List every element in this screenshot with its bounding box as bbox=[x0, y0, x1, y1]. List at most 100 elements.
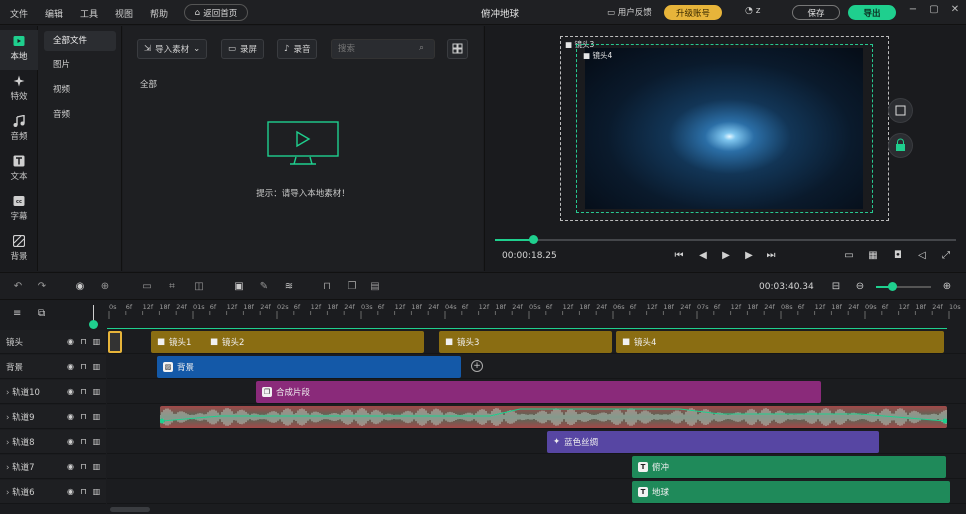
track-lane-6[interactable]: T 地球 bbox=[107, 480, 966, 504]
target-icon[interactable]: ⊕ bbox=[99, 281, 111, 293]
lock-icon[interactable]: ⊓ bbox=[79, 361, 88, 372]
fullscreen-icon[interactable]: ⤢ bbox=[939, 249, 953, 263]
menu-tools[interactable]: 工具 bbox=[80, 7, 98, 20]
visibility-icon[interactable]: ◉ bbox=[66, 411, 75, 422]
fit-timeline-icon[interactable]: ⊟ bbox=[830, 281, 842, 293]
crop-icon[interactable]: ⌗ bbox=[166, 281, 178, 293]
export-button[interactable]: 导出 bbox=[848, 5, 896, 20]
lock-icon[interactable]: ⊓ bbox=[79, 486, 88, 497]
work-area-bar[interactable] bbox=[107, 328, 947, 329]
sidebar-item-background[interactable]: 背景 bbox=[0, 230, 38, 270]
copy-icon[interactable]: ❐ bbox=[346, 281, 358, 293]
minimize-icon[interactable]: − bbox=[906, 4, 920, 18]
lock-button[interactable] bbox=[888, 133, 913, 158]
sidebar-item-audio[interactable]: 音频 bbox=[0, 110, 38, 150]
record-audio-button[interactable]: ♪ 录音 bbox=[277, 39, 318, 59]
add-track-icon[interactable]: ⧉ bbox=[38, 308, 45, 319]
timeline-ruler[interactable]: ≡ ⧉ 0s 6f 12f 18f 24f 01s 6f 12f 18f 24f 02s 6f 12f 1… bbox=[0, 301, 966, 329]
split-icon[interactable]: ▭ bbox=[141, 281, 153, 293]
clip-camera-4[interactable]: ■ 镜头4 bbox=[616, 331, 944, 353]
track-lane-9[interactable] bbox=[107, 405, 966, 429]
visibility-icon[interactable]: ◉ bbox=[66, 436, 75, 447]
user-menu[interactable]: ◔ z bbox=[745, 6, 760, 16]
playback-progress-track[interactable] bbox=[495, 239, 956, 241]
lock-icon[interactable]: ⊓ bbox=[79, 336, 88, 347]
visibility-icon[interactable]: ◉ bbox=[66, 336, 75, 347]
lock-icon[interactable]: ⊓ bbox=[79, 411, 88, 422]
screen-ratio-icon[interactable]: ▭ bbox=[842, 249, 856, 263]
snapshot-icon[interactable]: ◘ bbox=[891, 249, 905, 263]
timeline-scrollbar[interactable] bbox=[107, 505, 966, 514]
skip-end-icon[interactable]: ⏭ bbox=[764, 249, 778, 263]
undo-icon[interactable]: ↶ bbox=[12, 281, 24, 293]
zoom-in-icon[interactable]: ⊕ bbox=[941, 281, 953, 293]
prev-frame-icon[interactable]: ◀ bbox=[696, 249, 710, 263]
track-lane-10[interactable]: ❐ 合成片段 bbox=[107, 380, 966, 404]
redo-icon[interactable]: ↷ bbox=[36, 281, 48, 293]
visibility-icon[interactable]: ◉ bbox=[66, 386, 75, 397]
fit-screen-button[interactable] bbox=[888, 98, 913, 123]
category-audio[interactable]: 音频 bbox=[44, 105, 116, 125]
snapshot-icon[interactable]: ▣ bbox=[233, 281, 245, 293]
category-all-files[interactable]: 全部文件 bbox=[44, 31, 116, 51]
menu-view[interactable]: 视图 bbox=[115, 7, 133, 20]
skip-start-icon[interactable]: ⏮ bbox=[672, 249, 686, 263]
lock-icon[interactable]: ⊓ bbox=[79, 461, 88, 472]
clip-effect-blue-silk[interactable]: ✦ 蓝色丝绸 bbox=[547, 431, 879, 453]
zoom-slider-handle[interactable] bbox=[888, 282, 897, 291]
maximize-icon[interactable]: ▢ bbox=[927, 4, 941, 18]
sidebar-item-text[interactable]: 文本 bbox=[0, 150, 38, 190]
delete-icon[interactable]: ▥ bbox=[92, 411, 101, 422]
import-media-button[interactable]: ⇲ 导入素材 ⌄ bbox=[137, 39, 208, 59]
track-settings-icon[interactable]: ≡ bbox=[13, 308, 21, 319]
zoom-out-icon[interactable]: ⊖ bbox=[854, 281, 866, 293]
record-screen-button[interactable]: ▭ 录屏 bbox=[221, 39, 265, 59]
track-lane-background[interactable]: ▨ 背景 + bbox=[107, 355, 966, 379]
volume-icon[interactable]: ◁ bbox=[915, 249, 929, 263]
clip-background[interactable]: ▨ 背景 bbox=[157, 356, 461, 378]
save-button[interactable]: 保存 bbox=[792, 5, 840, 20]
sidebar-item-effects[interactable]: 特效 bbox=[0, 70, 38, 110]
clip-camera-2[interactable]: ■ 镜头2 bbox=[204, 331, 424, 353]
grid-view-button[interactable] bbox=[447, 39, 468, 59]
play-icon[interactable]: ▶ bbox=[719, 249, 733, 263]
menu-edit[interactable]: 编辑 bbox=[45, 7, 63, 20]
clip-camera-1[interactable]: ■ 镜头1 bbox=[151, 331, 209, 353]
delete-icon[interactable]: ▥ bbox=[92, 486, 101, 497]
back-home-button[interactable]: ⌂ 返回首页 bbox=[184, 4, 248, 21]
camera-keyframe[interactable] bbox=[108, 331, 122, 353]
grid-icon[interactable]: ▦ bbox=[866, 249, 880, 263]
clip-text-earth[interactable]: T 地球 bbox=[632, 481, 950, 503]
playhead-handle[interactable] bbox=[89, 320, 98, 329]
sidebar-item-local[interactable]: 本地 bbox=[0, 30, 38, 70]
next-frame-icon[interactable]: ▶ bbox=[742, 249, 756, 263]
category-videos[interactable]: 视频 bbox=[44, 80, 116, 100]
track-lane-7[interactable]: T 俯冲 bbox=[107, 455, 966, 479]
scrollbar-thumb[interactable] bbox=[110, 507, 150, 512]
delete-icon[interactable]: ▥ bbox=[92, 461, 101, 472]
track-lane-camera[interactable]: ■ 镜头1 ■ 镜头2 ■ 镜头3 ■ 镜头4 bbox=[107, 330, 966, 354]
delete-icon[interactable]: ▥ bbox=[92, 361, 101, 372]
close-icon[interactable]: ✕ bbox=[948, 4, 962, 18]
category-images[interactable]: 图片 bbox=[44, 55, 116, 75]
lock-icon[interactable]: ⊓ bbox=[79, 436, 88, 447]
upgrade-button[interactable]: 升级账号 bbox=[664, 5, 722, 20]
magnet-icon[interactable]: ◉ bbox=[74, 281, 86, 293]
clip-audio[interactable] bbox=[160, 406, 947, 428]
menu-help[interactable]: 帮助 bbox=[150, 7, 168, 20]
visibility-icon[interactable]: ◉ bbox=[66, 486, 75, 497]
clip-camera-3[interactable]: ■ 镜头3 bbox=[439, 331, 612, 353]
edit-icon[interactable]: ✎ bbox=[258, 281, 270, 293]
add-clip-icon[interactable]: + bbox=[471, 360, 483, 372]
lock-icon[interactable]: ⊓ bbox=[321, 281, 333, 293]
clip-compound[interactable]: ❐ 合成片段 bbox=[256, 381, 821, 403]
menu-file[interactable]: 文件 bbox=[10, 7, 28, 20]
canvas-frame-inner[interactable] bbox=[576, 44, 873, 213]
delete-icon[interactable]: ▤ bbox=[369, 281, 381, 293]
track-lane-8[interactable]: ✦ 蓝色丝绸 bbox=[107, 430, 966, 454]
feedback-link[interactable]: ▭ 用户反馈 bbox=[607, 6, 652, 18]
delete-icon[interactable]: ▥ bbox=[92, 436, 101, 447]
delete-icon[interactable]: ▥ bbox=[92, 386, 101, 397]
sidebar-item-subtitle[interactable]: cc 字幕 bbox=[0, 190, 38, 230]
clip-text-dive[interactable]: T 俯冲 bbox=[632, 456, 946, 478]
